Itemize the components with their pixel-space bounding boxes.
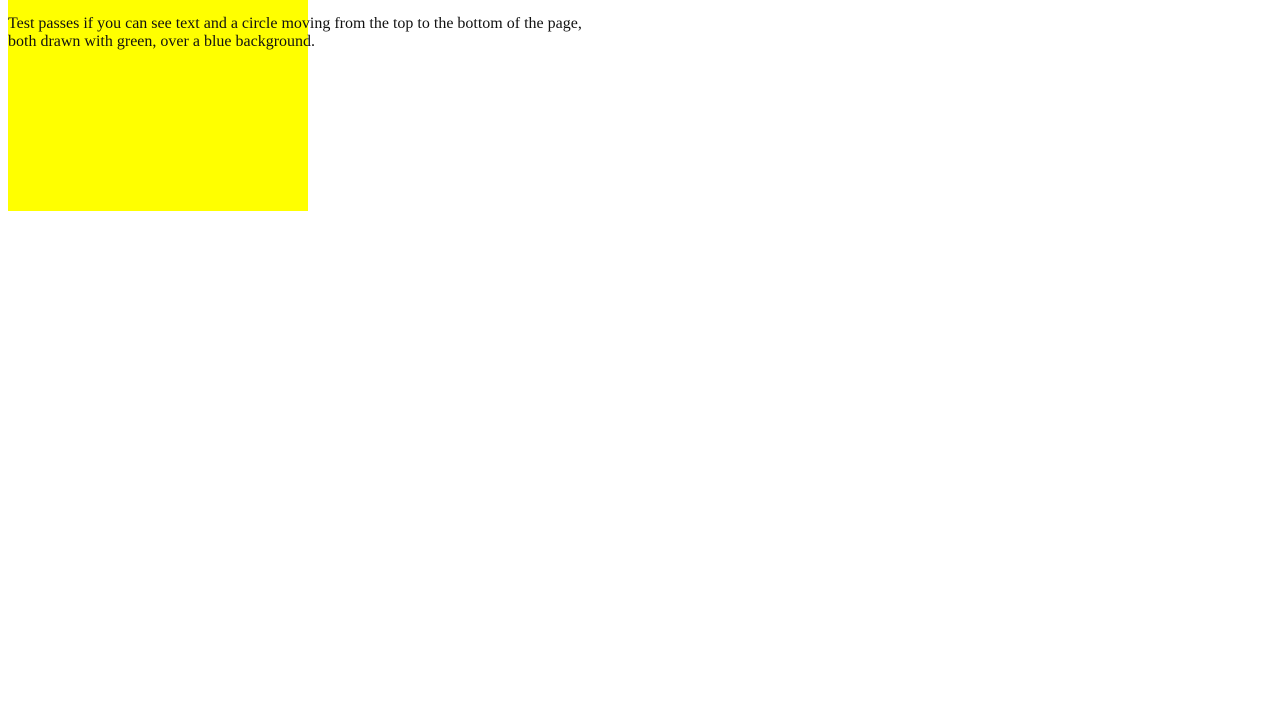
test-description: Test passes if you can see text and a ci…: [8, 15, 582, 50]
